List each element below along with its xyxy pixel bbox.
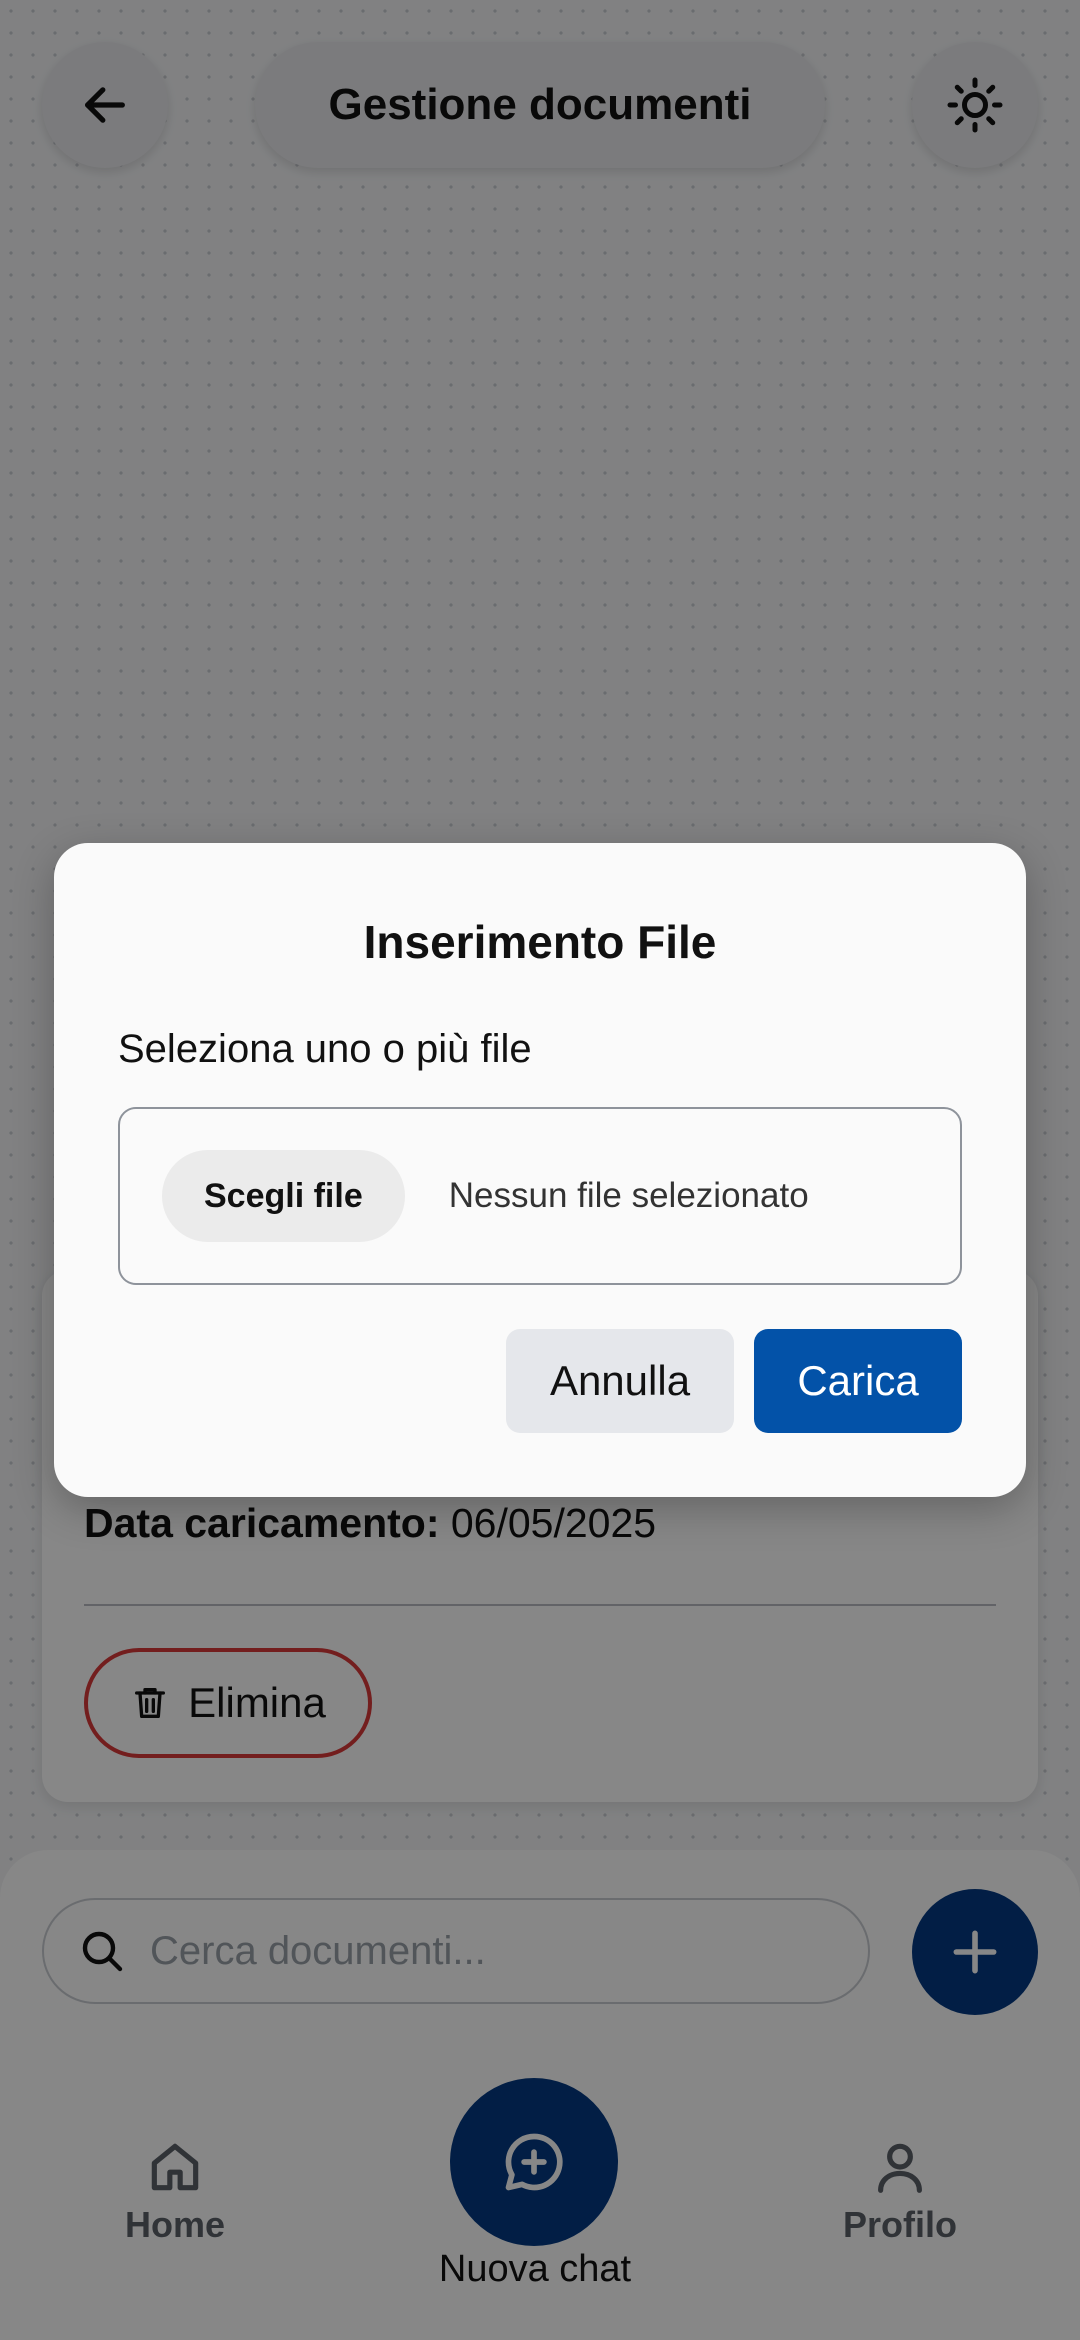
choose-file-button[interactable]: Scegli file [162, 1150, 405, 1242]
upload-button[interactable]: Carica [754, 1329, 962, 1433]
upload-dialog: Inserimento File Seleziona uno o più fil… [54, 843, 1026, 1497]
file-status-text: Nessun file selezionato [448, 1176, 809, 1215]
file-input[interactable]: Scegli file Nessun file selezionato [118, 1107, 962, 1285]
cancel-button[interactable]: Annulla [506, 1329, 734, 1433]
file-select-label: Seleziona uno o più file [118, 1027, 532, 1071]
dialog-title: Inserimento File [363, 916, 717, 968]
